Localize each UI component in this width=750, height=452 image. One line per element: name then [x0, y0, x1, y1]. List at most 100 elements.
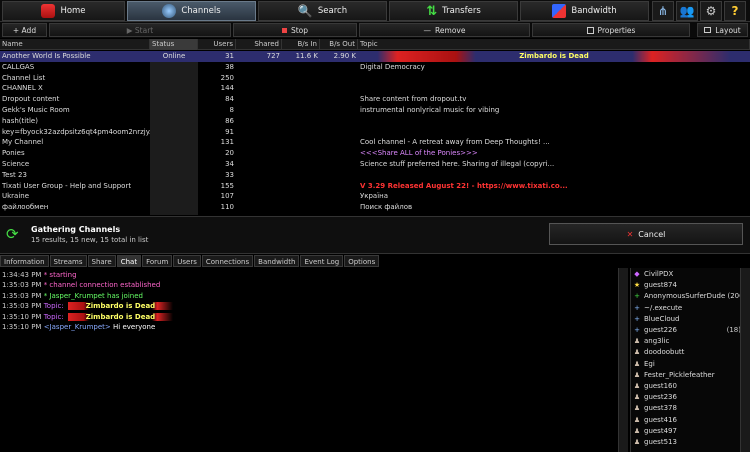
start-button[interactable]: ▶ Start — [49, 23, 231, 37]
user-list-item[interactable]: ♟ ang3lic — [633, 336, 745, 346]
cell-status — [150, 73, 198, 84]
table-row[interactable]: Test 23 33 — [0, 170, 750, 181]
user-list-item[interactable]: + guest226 (18) — [633, 325, 745, 335]
table-row[interactable]: Dropout content 84 Share content from drop… — [0, 94, 750, 105]
table-row[interactable]: Science 34 Science stuff preferred here. S… — [0, 159, 750, 170]
table-row[interactable]: Ponies 20 <<<Share ALL of the Ponies>>> — [0, 148, 750, 159]
table-row[interactable]: Tixati User Group - Help and Support 155 V… — [0, 181, 750, 192]
user-list-item[interactable]: ♟ guest160 — [633, 381, 745, 391]
table-row[interactable]: key=fbyock32azdpsitz6qt4pm4oom2nrzjy... 9… — [0, 127, 750, 138]
user-name: guest513 — [644, 438, 677, 446]
table-row[interactable]: My Channel 131 Cool channel - A retreat aw… — [0, 137, 750, 148]
tab-streams[interactable]: Streams — [49, 255, 87, 267]
transfers-icon: ⇅ — [426, 3, 438, 19]
remove-button[interactable]: — Remove — [359, 23, 530, 37]
cell-topic: V 3.29 Released August 22! - https://www… — [360, 181, 568, 190]
cell-users: 31 — [225, 52, 234, 60]
nav-search-button[interactable]: 🔍 Search — [258, 1, 387, 21]
user-list-item[interactable]: ★ guest874 — [633, 280, 745, 290]
user-list-item[interactable]: ♟ guest236 — [633, 392, 745, 402]
col-bout[interactable]: B/s Out — [320, 39, 358, 50]
cell-bin — [282, 148, 320, 159]
chat-text: * Jasper_Krumpet has joined — [41, 291, 143, 300]
table-row[interactable]: Another World Is Possible Online 31 727 11.6… — [0, 51, 750, 62]
cell-status — [150, 127, 198, 138]
cell-status: Online — [162, 52, 186, 60]
cell-name: Science — [2, 160, 30, 168]
cell-bin — [282, 105, 320, 116]
add-button[interactable]: + Add — [2, 23, 47, 37]
user-status-icon: ♟ — [633, 404, 641, 413]
properties-button[interactable]: Properties — [532, 23, 690, 37]
table-row[interactable]: hash(title) 86 — [0, 116, 750, 127]
user-name: CivilPDX — [644, 270, 674, 278]
tab-connections[interactable]: Connections — [201, 255, 254, 267]
tab-bandwidth[interactable]: Bandwidth — [254, 255, 300, 267]
user-name: guest160 — [644, 382, 677, 390]
user-list-item[interactable]: ♟ guest416 — [633, 415, 745, 425]
settings-icon[interactable]: ⚙ — [700, 1, 722, 21]
table-row[interactable]: Channel List 250 — [0, 73, 750, 84]
tab-event-log[interactable]: Event Log — [300, 255, 344, 267]
user-list-item[interactable]: ♟ guest497 — [633, 426, 745, 436]
user-list-item[interactable]: ♟ Fester_Picklefeather — [633, 370, 745, 380]
tab-options[interactable]: Options — [344, 255, 380, 267]
col-name[interactable]: Name — [0, 39, 150, 50]
userlist-scrollbar[interactable] — [740, 268, 750, 452]
cell-bin — [282, 73, 320, 84]
tab-users[interactable]: Users — [173, 255, 201, 267]
table-row[interactable]: CALLGAS 38 Digital Democracy — [0, 62, 750, 73]
user-list-item[interactable]: ♟ Egi — [633, 359, 745, 369]
table-row[interactable]: Gekk's Music Room 8 instrumental nonlyrica… — [0, 105, 750, 116]
cancel-button[interactable]: ✕ Cancel — [549, 223, 743, 245]
user-status-icon: ♟ — [633, 393, 641, 402]
user-name: Fester_Picklefeather — [644, 370, 715, 379]
chat-time: 1:35:03 PM — [2, 302, 42, 311]
tab-forum[interactable]: Forum — [142, 255, 173, 267]
table-row[interactable]: файлообмен 110 Поиск файлов — [0, 202, 750, 213]
nav-channels-button[interactable]: Channels — [127, 1, 256, 21]
col-topic[interactable]: Topic — [358, 39, 750, 50]
user-list-item[interactable]: ♟ guest378 — [633, 403, 745, 413]
user-list-item[interactable]: + BlueCloud — [633, 314, 745, 324]
users-icon[interactable]: 👥 — [676, 1, 698, 21]
cell-status — [150, 137, 198, 148]
cell-bin — [282, 191, 320, 202]
table-row[interactable]: CHANNEL X 144 — [0, 83, 750, 94]
user-list-item[interactable]: ♟ doodoobutt — [633, 347, 745, 357]
user-name: guest226 — [644, 326, 677, 334]
user-list-item[interactable]: ♟ guest513 — [633, 437, 745, 447]
cancel-button-label: Cancel — [638, 229, 666, 239]
nav-transfers-button[interactable]: ⇅ Transfers — [389, 1, 518, 21]
col-users[interactable]: Users — [198, 39, 236, 50]
user-list-item[interactable]: + AnonymousSurferDude (206) — [633, 291, 746, 301]
chat-time: 1:35:03 PM — [2, 291, 42, 300]
user-list-item[interactable]: + ~/.execute — [633, 303, 745, 313]
stop-button[interactable]: Stop — [233, 23, 357, 37]
cell-name: Test 23 — [2, 170, 27, 179]
chat-scrollbar[interactable] — [618, 268, 628, 452]
cell-bout — [320, 83, 358, 94]
status-detail: 15 results, 15 new, 15 total in list — [31, 236, 149, 244]
cell-shared — [236, 62, 282, 73]
nav-home-button[interactable]: Home — [2, 1, 125, 21]
nav-bandwidth-button[interactable]: Bandwidth — [520, 1, 649, 21]
col-bin[interactable]: B/s In — [282, 39, 320, 50]
table-row[interactable]: Ukraine 107 Україна — [0, 191, 750, 202]
tab-share[interactable]: Share — [87, 255, 116, 267]
user-status-icon: ♟ — [633, 359, 641, 368]
layout-button[interactable]: Layout — [697, 23, 748, 37]
chat-text: Topic: — [41, 312, 64, 321]
chat-text: <Jasper_Krumpet> — [41, 323, 111, 331]
user-list-item[interactable]: ◆ CivilPDX — [633, 269, 745, 279]
share-network-icon[interactable]: ⋔ — [652, 1, 674, 21]
cell-users: 91 — [225, 127, 234, 136]
tab-chat[interactable]: Chat — [116, 255, 142, 267]
tab-information[interactable]: Information — [0, 255, 49, 267]
cell-bout — [320, 148, 358, 159]
col-shared[interactable]: Shared — [236, 39, 282, 50]
help-icon[interactable]: ? — [724, 1, 746, 21]
cell-users: 33 — [225, 170, 234, 179]
col-status[interactable]: Status — [150, 39, 198, 50]
cell-users: 107 — [220, 192, 234, 201]
